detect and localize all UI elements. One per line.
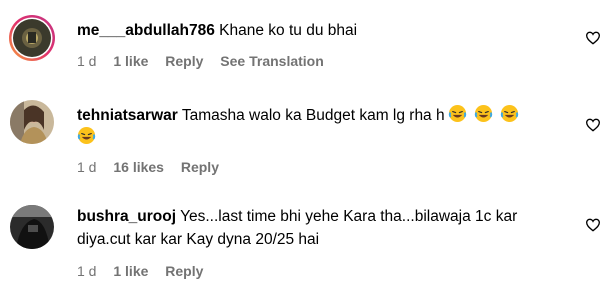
comment-meta: 1 d 1 like Reply See Translation — [77, 52, 337, 70]
comment-item: me___abdullah786 Khane ko tu du bhai 1 d… — [0, 0, 604, 80]
comment-item: tehniatsarwar Tamasha walo ka Budget kam… — [0, 80, 604, 185]
laughing-emoji-icon — [77, 126, 96, 145]
avatar[interactable] — [10, 100, 54, 144]
comment-username[interactable]: bushra_urooj — [77, 208, 176, 225]
comment-time: 1 d — [77, 53, 97, 69]
comment-text-line: tehniatsarwar Tamasha walo ka Budget kam… — [77, 104, 519, 126]
comment-text-line-2 — [77, 126, 96, 148]
comment-text: Yes...last time bhi yehe Kara tha...bila… — [180, 208, 518, 225]
comment-meta: 1 d 16 likes Reply — [77, 158, 232, 176]
laughing-emoji-icon — [474, 104, 492, 123]
heart-icon[interactable] — [585, 217, 601, 233]
reply-button[interactable]: Reply — [165, 263, 203, 279]
comment-time: 1 d — [77, 263, 97, 279]
avatar[interactable] — [8, 14, 56, 62]
comment-text-line: bushra_urooj Yes...last time bhi yehe Ka… — [77, 207, 517, 227]
heart-icon[interactable] — [585, 30, 601, 46]
reply-button[interactable]: Reply — [165, 53, 203, 69]
comment-time: 1 d — [77, 159, 97, 175]
comment-likes[interactable]: 1 like — [113, 263, 148, 279]
comment-username[interactable]: tehniatsarwar — [77, 107, 178, 124]
laughing-emoji-icon — [448, 104, 466, 123]
comment-text: diya.cut kar kar Kay dyna 20/25 hai — [77, 231, 320, 248]
comment-likes[interactable]: 16 likes — [113, 159, 164, 175]
comment-text-line-2: diya.cut kar kar Kay dyna 20/25 hai — [77, 230, 319, 250]
comment-meta: 1 d 1 like Reply — [77, 262, 216, 280]
avatar[interactable] — [10, 205, 54, 249]
heart-icon[interactable] — [585, 117, 601, 133]
comment-text-line: me___abdullah786 Khane ko tu du bhai — [77, 21, 357, 41]
see-translation-button[interactable]: See Translation — [220, 53, 323, 69]
comment-likes[interactable]: 1 like — [113, 53, 148, 69]
comment-text: Tamasha walo ka Budget kam lg rha h — [181, 107, 445, 124]
comment-username[interactable]: me___abdullah786 — [77, 22, 215, 39]
comment-text: Khane ko tu du bhai — [219, 22, 358, 39]
reply-button[interactable]: Reply — [181, 159, 219, 175]
laughing-emoji-icon — [500, 104, 518, 123]
comment-item: bushra_urooj Yes...last time bhi yehe Ka… — [0, 185, 604, 284]
